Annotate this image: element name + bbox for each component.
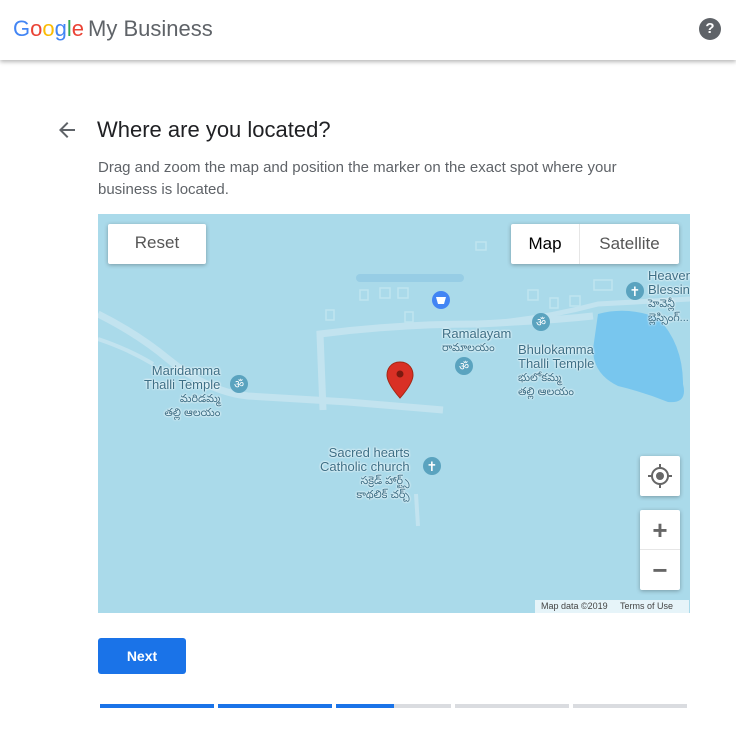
terms-of-use-link[interactable]: Terms of Use bbox=[620, 601, 673, 611]
map-pin-icon[interactable] bbox=[386, 361, 414, 399]
poi-name: Sacred hearts Catholic church bbox=[320, 445, 410, 474]
progress-segment bbox=[455, 704, 569, 708]
poi-label-heaven[interactable]: Heaven Blessin హెవెన్లీ బ్లెస్సింగ్... bbox=[648, 269, 690, 325]
svg-text:ॐ: ॐ bbox=[459, 360, 469, 373]
poi-native-name: భులోకమ్మ తల్లి ఆలయం bbox=[518, 372, 574, 398]
next-button[interactable]: Next bbox=[98, 638, 186, 674]
google-my-business-logo[interactable]: Google My Business bbox=[13, 16, 213, 42]
progress-fill bbox=[218, 704, 332, 708]
my-location-icon bbox=[648, 464, 672, 488]
shopping-icon[interactable] bbox=[432, 291, 450, 309]
poi-native-name: హెవెన్లీ బ్లెస్సింగ్... bbox=[648, 298, 689, 324]
poi-name: Maridamma Thalli Temple bbox=[144, 363, 221, 392]
progress-segment bbox=[100, 704, 214, 708]
poi-name: Heaven Blessin bbox=[648, 268, 690, 297]
svg-text:✝: ✝ bbox=[630, 285, 641, 300]
location-map[interactable]: ॐ ॐ ॐ ✝ ✝ Maridamma Thalli Temple మరిడమ్… bbox=[98, 214, 690, 613]
church-icon[interactable]: ✝ bbox=[423, 457, 441, 475]
road bbox=[414, 493, 420, 527]
poi-label-maridamma[interactable]: Maridamma Thalli Temple మరిడమ్మ తల్లి ఆల… bbox=[144, 364, 220, 420]
progress-segment bbox=[218, 704, 332, 708]
poi-name: Ramalayam bbox=[442, 326, 512, 341]
svg-text:ॐ: ॐ bbox=[536, 316, 546, 329]
poi-native-name: సక్రెడ్ హార్ట్స్ కాథలిక్ చర్చ్ bbox=[356, 475, 410, 501]
poi-label-bhulokamma[interactable]: Bhulokamma Thalli Temple భులోకమ్మ తల్లి … bbox=[518, 343, 594, 399]
app-header: Google My Business ? bbox=[0, 0, 736, 60]
temple-icon[interactable]: ॐ bbox=[230, 375, 248, 393]
map-type-map-tab[interactable]: Map bbox=[511, 224, 580, 264]
map-type-satellite-tab[interactable]: Satellite bbox=[580, 224, 679, 264]
logo-letter: G bbox=[13, 16, 31, 41]
poi-label-sacred-hearts[interactable]: Sacred hearts Catholic church సక్రెడ్ హా… bbox=[320, 446, 410, 502]
map-type-control: Map Satellite bbox=[511, 224, 679, 264]
progress-segment bbox=[573, 704, 687, 708]
progress-fill bbox=[100, 704, 214, 708]
poi-native-name: మరిడమ్మ తల్లి ఆలయం bbox=[164, 393, 221, 419]
logo-letter: o bbox=[30, 16, 43, 41]
map-attribution: Map data ©2019 Terms of Use bbox=[535, 600, 690, 613]
progress-fill bbox=[336, 704, 394, 708]
logo-letter: o bbox=[42, 16, 55, 41]
reset-button[interactable]: Reset bbox=[108, 224, 206, 264]
page-description: Drag and zoom the map and position the m… bbox=[98, 159, 617, 198]
my-location-button[interactable] bbox=[640, 456, 680, 496]
temple-icon[interactable]: ॐ bbox=[532, 313, 550, 331]
svg-text:ॐ: ॐ bbox=[234, 378, 244, 391]
zoom-in-button[interactable]: + bbox=[640, 510, 680, 550]
map-data-credit: Map data ©2019 bbox=[541, 601, 608, 611]
svg-text:✝: ✝ bbox=[427, 460, 438, 475]
logo-letter: e bbox=[71, 16, 85, 41]
blurred-business-label bbox=[356, 274, 464, 282]
help-icon[interactable]: ? bbox=[699, 18, 721, 40]
poi-label-ramalayam[interactable]: Ramalayam రామాలయం bbox=[442, 327, 511, 355]
temple-icon[interactable]: ॐ bbox=[455, 357, 473, 375]
step-progress bbox=[100, 704, 688, 708]
poi-native-name: రామాలయం bbox=[442, 342, 495, 354]
page-title: Where are you located? bbox=[97, 117, 331, 142]
poi-name: Bhulokamma Thalli Temple bbox=[518, 342, 595, 371]
zoom-out-button[interactable]: − bbox=[640, 550, 680, 590]
logo-letter: g bbox=[54, 16, 67, 41]
progress-segment bbox=[336, 704, 451, 708]
church-icon[interactable]: ✝ bbox=[626, 282, 644, 300]
product-name: My Business bbox=[88, 16, 213, 41]
back-arrow-icon[interactable] bbox=[55, 118, 79, 142]
zoom-control: + − bbox=[640, 510, 680, 590]
